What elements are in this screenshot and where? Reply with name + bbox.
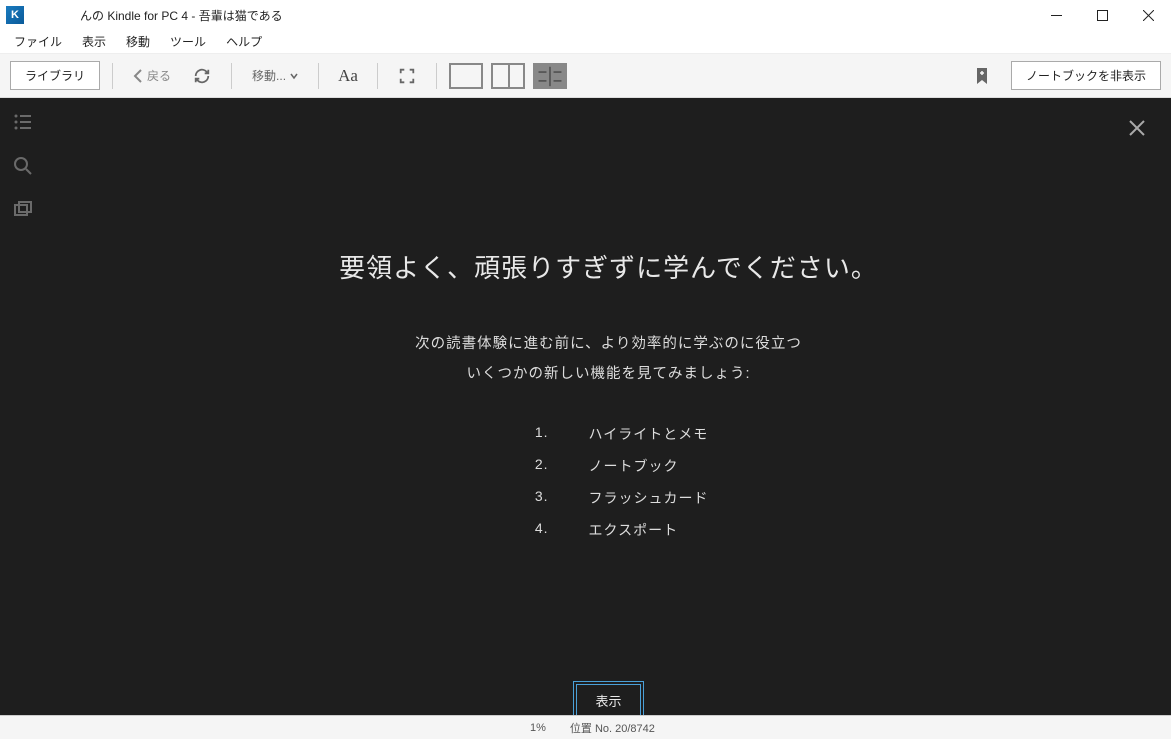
separator [231,63,232,89]
sync-button[interactable] [185,61,219,91]
feature-num: 4. [509,520,549,540]
separator [377,63,378,89]
feature-label: ハイライトとメモ [589,424,709,444]
window-minimize-button[interactable] [1033,0,1079,30]
bookmark-button[interactable] [975,67,989,85]
separator [436,63,437,89]
search-icon[interactable] [13,156,33,176]
flashcards-icon[interactable] [13,200,33,220]
back-label: 戻る [147,67,171,84]
progress-percent: 1% [530,722,546,734]
feature-list: 1. ハイライトとメモ 2. ノートブック 3. フラッシュカード 4. エクス… [509,424,709,540]
toc-icon[interactable] [13,112,33,132]
statusbar: 1% 位置 No. 20/8742 [0,715,1171,739]
feature-num: 3. [509,488,549,508]
overlay-title: 要領よく、頑張りすぎずに学んでください。 [339,248,878,285]
single-page-button[interactable] [449,63,483,89]
expand-icon [398,67,416,85]
page-layout-group [449,63,567,89]
double-page-button[interactable] [491,63,525,89]
feature-label: エクスポート [589,520,709,540]
library-button[interactable]: ライブラリ [10,61,100,90]
overlay-description: 次の読書体験に進む前に、より効率的に学ぶのに役立つ いくつかの新しい機能を見てみ… [415,329,802,390]
tutorial-overlay: 要領よく、頑張りすぎずに学んでください。 次の読書体験に進む前に、より効率的に学… [46,98,1171,715]
feature-num: 1. [509,424,549,444]
menu-view[interactable]: 表示 [72,30,116,53]
scroll-page-button[interactable] [533,63,567,89]
fullscreen-button[interactable] [390,61,424,91]
close-icon[interactable] [1127,118,1147,138]
separator [318,63,319,89]
feature-label: ノートブック [589,456,709,476]
feature-label: フラッシュカード [589,488,709,508]
menu-goto[interactable]: 移動 [116,30,160,53]
goto-label: 移動... [252,67,286,84]
toolbar: ライブラリ 戻る 移動... Aa ノー [0,54,1171,98]
chevron-left-icon [133,69,143,83]
separator [112,63,113,89]
feature-num: 2. [509,456,549,476]
back-button[interactable]: 戻る [125,63,179,88]
position-indicator: 位置 No. 20/8742 [570,720,655,736]
grid-icon [535,65,565,88]
menubar: ファイル 表示 移動 ツール ヘルプ [0,30,1171,54]
show-button[interactable]: 表示 [576,684,640,715]
chevron-down-icon [290,72,298,80]
window-title: んの Kindle for PC 4 - 吾輩は猫である [30,7,1033,24]
refresh-icon [193,67,211,85]
font-settings-button[interactable]: Aa [331,61,365,91]
notebook-toggle-button[interactable]: ノートブックを非表示 [1011,61,1161,90]
app-icon: K [6,6,24,24]
window-titlebar: K んの Kindle for PC 4 - 吾輩は猫である [0,0,1171,30]
window-maximize-button[interactable] [1079,0,1125,30]
menu-tools[interactable]: ツール [160,30,216,53]
menu-file[interactable]: ファイル [4,30,72,53]
goto-dropdown[interactable]: 移動... [244,63,306,88]
content-area: 要領よく、頑張りすぎずに学んでください。 次の読書体験に進む前に、より効率的に学… [0,98,1171,715]
window-close-button[interactable] [1125,0,1171,30]
left-rail [0,98,46,715]
menu-help[interactable]: ヘルプ [216,30,272,53]
